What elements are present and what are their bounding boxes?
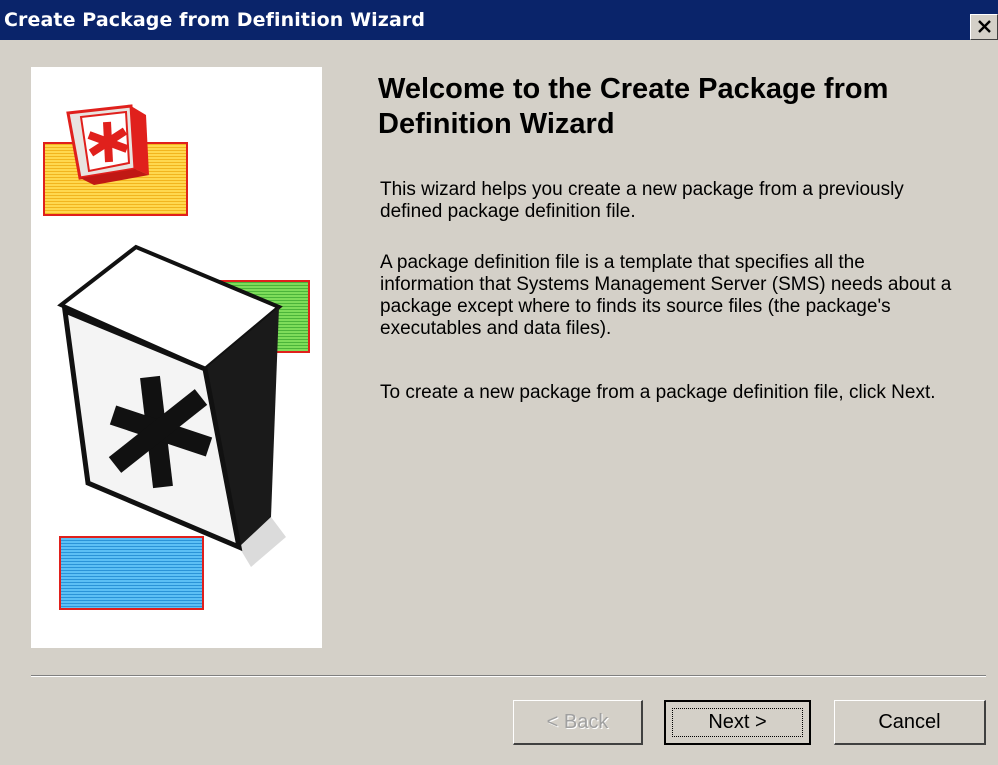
blue-panel (59, 536, 204, 610)
wizard-heading: Welcome to the Create Package from Defin… (378, 73, 889, 140)
back-button-label: < Back (546, 710, 609, 733)
instruction-paragraph: To create a new package from a package d… (380, 382, 936, 403)
next-button-label: Next > (708, 711, 767, 733)
separator-line (31, 675, 986, 677)
large-asterisk-box-icon (57, 244, 286, 567)
intro-paragraph: This wizard helps you create a new packa… (380, 179, 904, 222)
cancel-button-label: Cancel (878, 710, 941, 733)
next-button[interactable]: Next > (664, 700, 811, 745)
definition-paragraph: A package definition file is a template … (380, 252, 952, 339)
wizard-graphic (43, 104, 310, 610)
cancel-button[interactable]: Cancel (834, 700, 986, 745)
back-button[interactable]: < Back (513, 700, 643, 745)
small-asterisk-box-icon (43, 104, 188, 216)
wizard-illustration (31, 67, 322, 648)
title-bar[interactable]: Create Package from Definition Wizard (0, 0, 998, 40)
window-title: Create Package from Definition Wizard (4, 9, 426, 31)
close-button[interactable] (970, 14, 998, 40)
close-icon (978, 20, 991, 33)
